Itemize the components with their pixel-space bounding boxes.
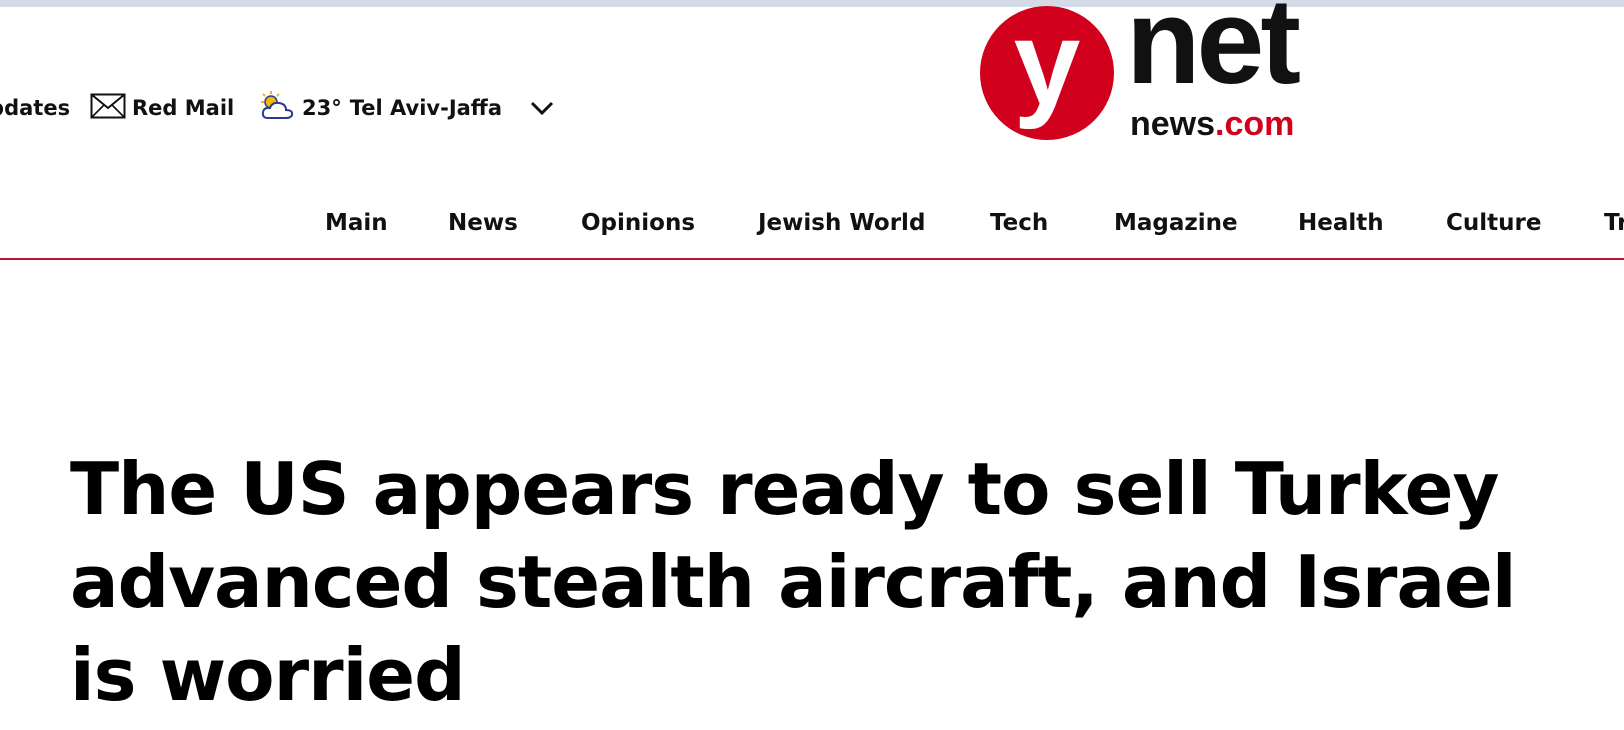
weather-temperature: 23° <box>302 96 342 120</box>
partly-sunny-icon <box>258 90 302 127</box>
weather-city: Tel Aviv-Jaffa <box>349 96 502 120</box>
article-headline: The US appears ready to sell Turkey adva… <box>70 447 1517 718</box>
main-nav: Main News Opinions Jewish World Tech Mag… <box>0 198 1624 260</box>
chevron-down-icon[interactable] <box>528 88 556 128</box>
updates-label: Updates <box>0 96 71 120</box>
nav-item-jewish-world[interactable]: Jewish World <box>758 210 925 236</box>
logo-word: net <box>1126 0 1301 109</box>
red-mail-label: Red Mail <box>132 96 235 120</box>
envelope-icon <box>90 93 132 124</box>
weather-widget[interactable]: 23° Tel Aviv-Jaffa <box>258 88 502 128</box>
logo-domain: news.com <box>1130 104 1294 144</box>
browser-top-strip <box>0 0 1624 7</box>
nav-item-travel[interactable]: Travel <box>1604 210 1624 236</box>
nav-item-opinions[interactable]: Opinions <box>581 210 695 236</box>
ynetnews-logo[interactable]: y net news.com <box>980 0 1310 143</box>
nav-item-health[interactable]: Health <box>1298 210 1384 236</box>
nav-item-culture[interactable]: Culture <box>1446 210 1541 236</box>
nav-item-main[interactable]: Main <box>325 210 388 236</box>
nav-item-news[interactable]: News <box>448 210 518 236</box>
logo-domain-prefix: news <box>1130 105 1216 143</box>
updates-link[interactable]: Updates <box>0 88 70 128</box>
red-mail-link[interactable]: Red Mail <box>90 88 234 128</box>
nav-item-tech[interactable]: Tech <box>990 210 1048 236</box>
nav-item-magazine[interactable]: Magazine <box>1114 210 1238 236</box>
logo-letter: y <box>1013 0 1081 130</box>
logo-domain-suffix: .com <box>1215 105 1295 143</box>
